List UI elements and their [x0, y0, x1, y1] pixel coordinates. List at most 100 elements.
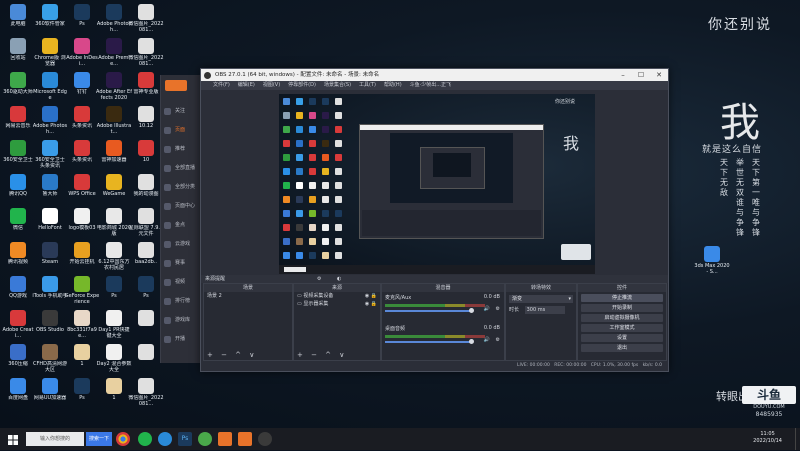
- sidebar-item[interactable]: 推荐: [161, 140, 201, 159]
- desktop-icon[interactable]: 钉钉: [64, 72, 100, 95]
- app-icon[interactable]: [198, 432, 212, 446]
- desktop-icon[interactable]: 微信图片_2022081...: [128, 378, 164, 407]
- desktop-icon[interactable]: 回收站: [0, 38, 36, 61]
- sidebar-item[interactable]: 云游戏: [161, 235, 201, 254]
- maximize-icon[interactable]: ☐: [632, 69, 650, 81]
- desktop-icon[interactable]: logo模板03: [64, 208, 100, 231]
- scene-item[interactable]: 场景 2: [204, 292, 292, 300]
- photoshop-icon[interactable]: Ps: [178, 432, 192, 446]
- obs-preview[interactable]: 你还别说 我: [279, 94, 595, 274]
- close-icon[interactable]: ✕: [650, 69, 668, 81]
- desktop-icon-3dsmax[interactable]: 3ds Max 2020 - S...: [694, 246, 730, 275]
- desktop-icon[interactable]: GeForce Experience: [64, 276, 100, 305]
- desktop-icon[interactable]: 8bc331f7a9e...: [64, 310, 100, 339]
- desktop-icon[interactable]: WPS Office: [64, 174, 100, 197]
- desktop-icon[interactable]: Ps: [128, 276, 164, 299]
- obs-icon[interactable]: [258, 432, 272, 446]
- douyu-icon[interactable]: [238, 432, 252, 446]
- speaker-icon[interactable]: 🔊: [484, 306, 490, 312]
- desktop-icon[interactable]: 微信图片_2022081...: [128, 38, 164, 67]
- desktop-icon[interactable]: 360安全卫士 头条资讯: [32, 140, 68, 169]
- desktop-icon[interactable]: CFHD高清网游大区: [32, 344, 68, 373]
- desktop-icon[interactable]: 头条资讯: [64, 106, 100, 129]
- wechat-icon[interactable]: [138, 432, 152, 446]
- volume-slider[interactable]: [385, 339, 474, 344]
- sidebar-item[interactable]: 全部分类: [161, 178, 201, 197]
- gear-icon[interactable]: ⚙: [496, 306, 500, 312]
- douyu-icon[interactable]: [218, 432, 232, 446]
- desktop-icon[interactable]: [128, 310, 164, 327]
- desktop-icon[interactable]: Adobe Illustrat...: [96, 106, 132, 135]
- desktop-icon[interactable]: OBS Studio: [32, 310, 68, 333]
- menu-item[interactable]: 视图(V): [263, 82, 280, 88]
- menu-item[interactable]: 场景集合(S): [324, 82, 351, 88]
- desktop-icon[interactable]: Microsoft Edge: [32, 72, 68, 101]
- desktop-icon[interactable]: Adobe Photosh...: [32, 106, 68, 135]
- taskbar-clock[interactable]: 11:05 2022/10/14: [753, 431, 782, 445]
- obs-window[interactable]: OBS 27.0.1 (64 bit, windows) - 配置文件: 未命名…: [200, 68, 669, 372]
- sidebar-item[interactable]: 游戏库: [161, 311, 201, 330]
- sidebar-item[interactable]: 赛事: [161, 254, 201, 273]
- desktop-icon[interactable]: 360软件管家: [32, 4, 68, 27]
- desktop-icon[interactable]: 雷神专业版: [128, 72, 164, 95]
- desktop-icon[interactable]: 6.12中国东方 农村民居: [96, 242, 132, 271]
- desktop-icon[interactable]: 360安全卫士: [0, 140, 36, 163]
- desktop-icon[interactable]: 鲁大师: [32, 174, 68, 197]
- desktop-icon[interactable]: 1: [96, 378, 132, 401]
- control-button[interactable]: 停止推流: [581, 294, 663, 302]
- sources-dock-toolbar[interactable]: + − ^ ∨: [294, 351, 380, 360]
- transition-select[interactable]: 渐变 ▾: [509, 295, 573, 303]
- desktop-icon[interactable]: 百度网盘: [0, 378, 36, 401]
- filters-icon[interactable]: ◐: [337, 275, 341, 283]
- gear-icon[interactable]: ⚙: [496, 337, 500, 343]
- desktop-icon[interactable]: WeGame: [96, 174, 132, 197]
- desktop-icon[interactable]: Ps: [64, 4, 100, 27]
- desktop-icon[interactable]: Adobe InDesi...: [64, 38, 100, 67]
- desktop-icon[interactable]: 雷神加速器: [96, 140, 132, 163]
- minimize-icon[interactable]: –: [614, 69, 632, 81]
- menu-item[interactable]: 停靠部件(D): [288, 82, 316, 88]
- chrome-icon[interactable]: [116, 432, 130, 446]
- desktop-icon[interactable]: 腾讯QQ: [0, 174, 36, 197]
- menu-item[interactable]: 工具(T): [359, 82, 376, 88]
- browser-icon[interactable]: [158, 432, 172, 446]
- properties-icon[interactable]: ⚙: [317, 275, 321, 283]
- control-button[interactable]: 设置: [581, 334, 663, 342]
- menu-item[interactable]: 编辑(E): [238, 82, 255, 88]
- desktop-icon[interactable]: baa2db..: [128, 242, 164, 265]
- obs-titlebar[interactable]: OBS 27.0.1 (64 bit, windows) - 配置文件: 未命名…: [201, 69, 668, 81]
- desktop-icon[interactable]: 头条资讯: [64, 140, 100, 163]
- desktop-icon[interactable]: Steam: [32, 242, 68, 265]
- desktop-icon[interactable]: 开始云挂机: [64, 242, 100, 265]
- control-button[interactable]: 启动虚拟摄像机: [581, 314, 663, 322]
- sidebar-item[interactable]: 开播: [161, 330, 201, 349]
- control-button[interactable]: 退出: [581, 344, 663, 352]
- desktop-icon[interactable]: 360压缩: [0, 344, 36, 367]
- control-button[interactable]: 工作室模式: [581, 324, 663, 332]
- desktop-icon[interactable]: 腾讯视频: [0, 242, 36, 265]
- desktop-icon[interactable]: QQ游戏: [0, 276, 36, 299]
- taskbar-search-input[interactable]: 输入你想搜的: [26, 432, 84, 446]
- desktop-icon[interactable]: 360驱动大师: [0, 72, 36, 95]
- desktop-icon[interactable]: Adobe Photosh...: [96, 4, 132, 33]
- speaker-icon[interactable]: 🔊: [484, 337, 490, 343]
- menu-item[interactable]: 帮助(H): [384, 82, 402, 88]
- menu-item[interactable]: 斗鱼·少帧出...正飞: [410, 82, 451, 88]
- desktop-icon[interactable]: 此电脑: [0, 4, 36, 27]
- desktop-icon[interactable]: 1: [64, 344, 100, 367]
- desktop-icon[interactable]: Adobe Premie...: [96, 38, 132, 67]
- desktop-icon[interactable]: 我的动漫图: [128, 174, 164, 197]
- duration-input[interactable]: 300 ms: [524, 306, 565, 314]
- source-item[interactable]: ▭ 显示器采集 ◉ 🔒: [294, 300, 380, 308]
- sidebar-item[interactable]: 页面中心: [161, 197, 201, 216]
- sidebar-item[interactable]: 关注: [161, 102, 201, 121]
- sidebar-item[interactable]: 金点: [161, 216, 201, 235]
- desktop-icon[interactable]: 星际联盟 7.9.9元文件: [128, 208, 164, 237]
- volume-slider[interactable]: [385, 308, 474, 313]
- desktop-icon[interactable]: HelloFont: [32, 208, 68, 231]
- menu-item[interactable]: 文件(F): [213, 82, 230, 88]
- desktop-icon[interactable]: Chrome版 浏览器: [32, 38, 68, 67]
- sidebar-item[interactable]: 排行榜: [161, 292, 201, 311]
- desktop-icon[interactable]: 微信: [0, 208, 36, 231]
- scenes-dock-toolbar[interactable]: + − ^ ∨: [204, 351, 292, 360]
